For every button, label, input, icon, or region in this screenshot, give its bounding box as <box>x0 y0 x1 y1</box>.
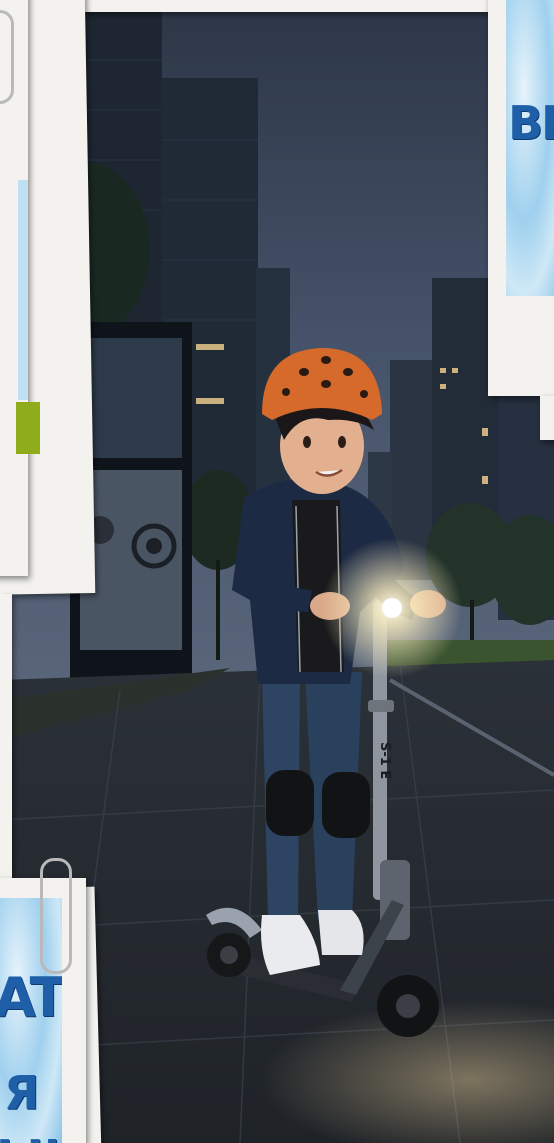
paper-edge-left <box>0 594 12 884</box>
scooter-stem-text: S-1 E <box>377 742 392 779</box>
headlight <box>382 598 402 618</box>
paper-edge-top <box>30 0 490 12</box>
paperclip-icon <box>0 10 14 104</box>
note-top-right-text: BK <box>508 96 554 150</box>
note-bottom-left-line1: ATE <box>0 966 62 1029</box>
photo-scene: S-1 E B AT Я <box>0 0 554 1143</box>
note-green-strip <box>16 402 40 454</box>
paperclip-icon <box>40 858 72 974</box>
note-bottom-left-line2: Я <box>4 1066 39 1120</box>
note-top-right: BK <box>488 0 554 396</box>
note-bottom-left-line3: Ы! <box>0 1130 62 1143</box>
